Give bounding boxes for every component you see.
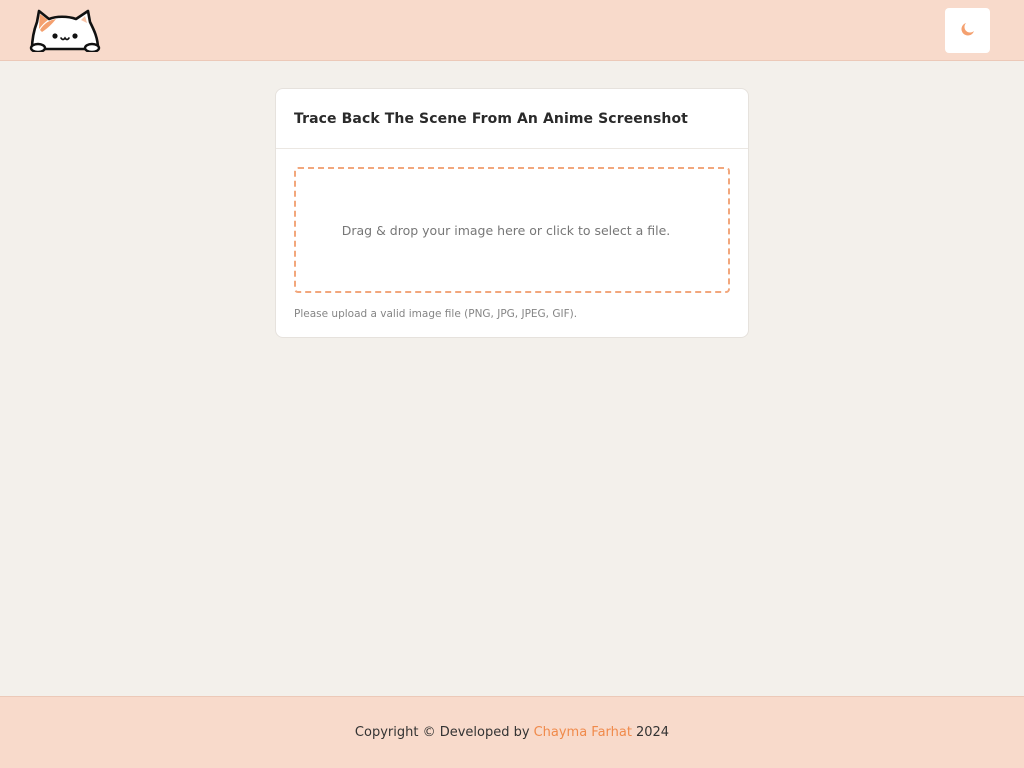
theme-toggle-button[interactable] bbox=[945, 8, 990, 53]
author-link[interactable]: Chayma Farhat bbox=[534, 725, 632, 740]
site-header bbox=[0, 0, 1024, 61]
moon-icon bbox=[959, 20, 977, 41]
page-title: Trace Back The Scene From An Anime Scree… bbox=[294, 110, 688, 127]
site-footer: Copyright © Developed by Chayma Farhat 2… bbox=[0, 696, 1024, 768]
card-body: Drag & drop your image here or click to … bbox=[276, 149, 748, 320]
dropzone-text: Drag & drop your image here or click to … bbox=[341, 222, 671, 238]
cat-logo-icon[interactable] bbox=[28, 8, 106, 54]
upload-card: Trace Back The Scene From An Anime Scree… bbox=[275, 88, 749, 338]
footer-year: 2024 bbox=[635, 725, 670, 740]
footer-copyright: Copyright © Developed by bbox=[354, 725, 530, 740]
card-header: Trace Back The Scene From An Anime Scree… bbox=[276, 89, 748, 149]
upload-hint: Please upload a valid image file (PNG, J… bbox=[294, 308, 578, 320]
image-dropzone[interactable]: Drag & drop your image here or click to … bbox=[294, 167, 730, 293]
